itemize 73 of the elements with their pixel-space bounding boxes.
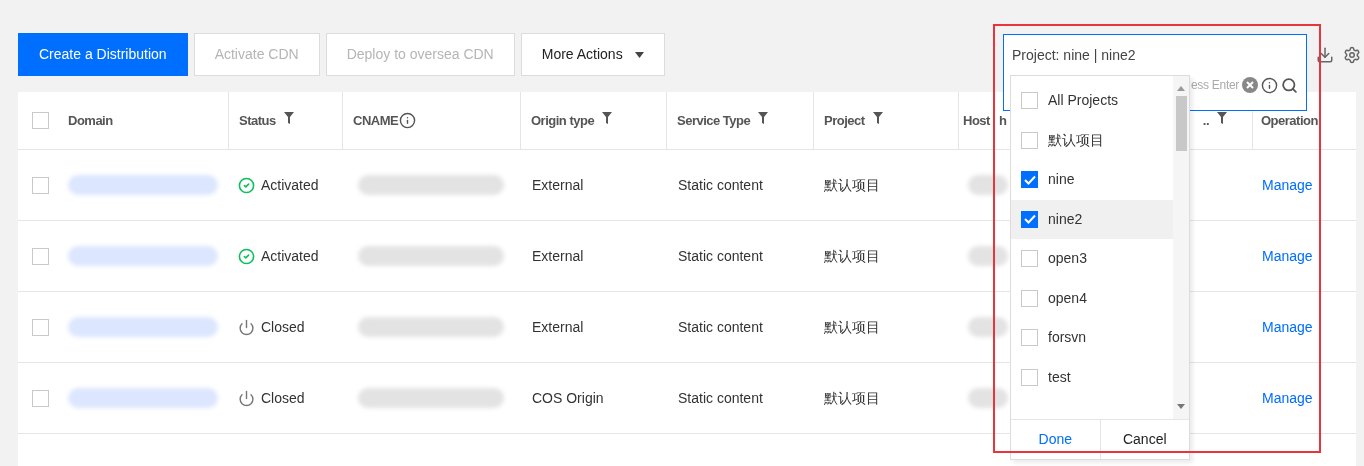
redacted-bar <box>968 175 1008 195</box>
scroll-down-icon[interactable] <box>1177 404 1185 409</box>
project-option[interactable]: nine2 <box>1011 199 1173 239</box>
power-icon <box>238 318 255 336</box>
table-cell: 默认项目 <box>824 389 880 406</box>
filter-icon[interactable] <box>602 111 613 124</box>
column-header[interactable]: Domain <box>68 110 113 131</box>
table-cell: Static content <box>678 389 763 406</box>
checkbox[interactable] <box>1021 289 1038 307</box>
search-icon[interactable] <box>1281 76 1298 94</box>
scroll-thumb[interactable] <box>1175 96 1187 151</box>
status-text: Activated <box>261 246 319 266</box>
toolbar-button[interactable]: Create a Distribution <box>18 33 188 76</box>
column-header[interactable]: Host h <box>963 110 1007 131</box>
dropdown-button[interactable]: Cancel <box>1099 420 1189 459</box>
filter-icon[interactable] <box>283 111 294 124</box>
settings-icon[interactable] <box>1343 46 1361 64</box>
checkbox[interactable] <box>1021 131 1038 149</box>
checkbox[interactable] <box>1021 171 1038 189</box>
column-header[interactable]: Operation <box>1261 110 1318 131</box>
info-icon[interactable] <box>1261 76 1278 94</box>
table-cell: Static content <box>678 318 763 335</box>
column-header[interactable]: .. <box>1202 110 1227 131</box>
check-icon <box>1023 174 1036 185</box>
power-icon <box>238 389 255 407</box>
table-cell: Static content <box>678 247 763 264</box>
checkbox[interactable] <box>1021 368 1038 386</box>
status-text: Activated <box>261 175 319 195</box>
checkbox[interactable] <box>1021 250 1038 268</box>
status-text: Closed <box>261 317 305 337</box>
table-cell: 默认项目 <box>824 318 880 335</box>
checkbox[interactable] <box>1021 329 1038 347</box>
table-cell: External <box>532 247 584 264</box>
manage-link[interactable]: Manage <box>1262 318 1313 335</box>
caret-icon <box>634 51 644 58</box>
dropdown-button[interactable]: Done <box>1011 420 1100 459</box>
check-icon <box>1023 214 1036 225</box>
table-cell: 默认项目 <box>824 176 880 193</box>
scrollbar[interactable] <box>1173 76 1189 419</box>
table-cell: External <box>532 318 584 335</box>
manage-link[interactable]: Manage <box>1262 389 1313 406</box>
column-header[interactable]: CNAME <box>353 110 417 131</box>
download-icon[interactable] <box>1316 46 1334 64</box>
check-circle-icon <box>238 176 255 194</box>
checkbox[interactable] <box>32 389 49 407</box>
filter-icon[interactable] <box>758 111 769 124</box>
checkbox[interactable] <box>1021 92 1038 110</box>
manage-link[interactable]: Manage <box>1262 247 1313 264</box>
column-header[interactable]: Origin type <box>531 110 613 131</box>
toolbar-button[interactable]: More Actions <box>520 33 665 76</box>
column-header[interactable]: Status <box>239 110 294 131</box>
column-header[interactable]: Service Type <box>677 110 769 131</box>
redacted-bar <box>968 388 1008 408</box>
table-cell: Static content <box>678 176 763 193</box>
checkbox[interactable] <box>32 247 49 265</box>
check-circle-icon <box>238 247 255 265</box>
status-text: Closed <box>261 388 305 408</box>
checkbox[interactable] <box>32 176 49 194</box>
column-header[interactable]: Project <box>824 110 883 131</box>
checkbox[interactable] <box>32 112 49 129</box>
redacted-bar <box>968 317 1008 337</box>
table-cell: 默认项目 <box>824 247 880 264</box>
search-hint: ess Enter <box>1191 77 1239 94</box>
table-cell: External <box>532 176 584 193</box>
table-cell: COS Origin <box>532 389 604 406</box>
info-icon[interactable] <box>399 112 417 129</box>
checkbox[interactable] <box>32 318 49 336</box>
manage-link[interactable]: Manage <box>1262 176 1313 193</box>
clear-icon[interactable] <box>1242 77 1258 93</box>
checkbox[interactable] <box>1021 210 1038 228</box>
filter-icon[interactable] <box>872 111 883 124</box>
redacted-bar <box>968 246 1008 266</box>
filter-icon[interactable] <box>1217 111 1227 124</box>
